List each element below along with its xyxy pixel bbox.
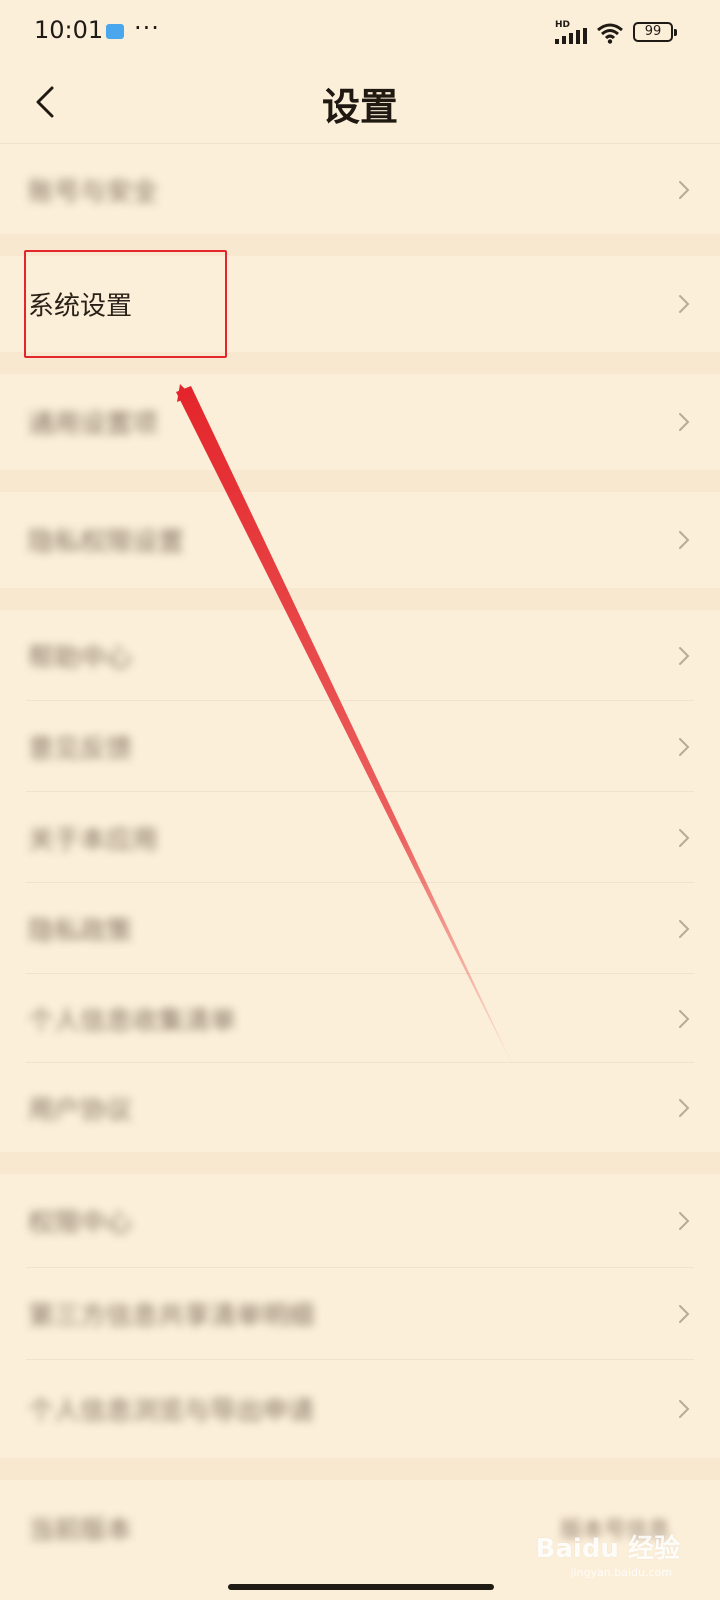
settings-list: 账号与安全 系统设置 通用设置项 隐私权限设置 帮助中心 意见反馈 关于本应用 … (0, 0, 720, 1600)
chevron-right-icon (679, 1098, 690, 1117)
chevron-right-icon (679, 1212, 690, 1230)
chevron-right-icon (679, 646, 690, 665)
chevron-right-icon (679, 828, 690, 847)
settings-row-label: 权限中心 (28, 1208, 133, 1239)
settings-row-label: 意见反馈 (28, 734, 133, 764)
settings-row-privacy-policy[interactable]: 隐私政策 (0, 883, 720, 974)
settings-row-label: 个人信息收集清单 (28, 1006, 237, 1036)
settings-row-info-collection[interactable]: 个人信息收集清单 (0, 974, 720, 1063)
settings-row-help[interactable]: 帮助中心 (0, 610, 720, 701)
settings-row-permission-center[interactable]: 权限中心 (0, 1174, 720, 1268)
settings-row-label: 关于本应用 (28, 825, 159, 855)
baidu-watermark: Baidu 经验 (535, 1534, 680, 1564)
settings-row-label: 隐私政策 (28, 916, 133, 946)
settings-row-user-agreement[interactable]: 用户协议 (0, 1063, 720, 1152)
settings-row-feedback[interactable]: 意见反馈 (0, 701, 720, 792)
highlight-box (24, 250, 227, 358)
chevron-right-icon (679, 531, 690, 549)
chevron-right-icon (679, 295, 690, 313)
chevron-right-icon (679, 1305, 690, 1323)
settings-row-label: 当前版本 (28, 1515, 133, 1546)
settings-row-label: 通用设置项 (28, 409, 159, 440)
baidu-watermark-url: jingyan.baidu.com (570, 1566, 672, 1579)
group-separator (0, 1458, 720, 1480)
settings-row-label: 帮助中心 (28, 643, 133, 673)
settings-row-label: 用户协议 (28, 1095, 133, 1125)
settings-row-personal-info-export[interactable]: 个人信息浏览与导出申请 (0, 1360, 720, 1458)
settings-row-label: 个人信息浏览与导出申请 (28, 1396, 315, 1427)
chevron-right-icon (679, 1009, 690, 1028)
chevron-right-icon (679, 919, 690, 938)
settings-row-label: 第三方信息共享清单明细 (28, 1301, 315, 1332)
settings-row-privacy-permissions[interactable]: 隐私权限设置 (0, 492, 720, 588)
settings-row-label: 隐私权限设置 (28, 527, 185, 558)
group-separator (0, 470, 720, 492)
chevron-right-icon (679, 1400, 690, 1418)
settings-row-about[interactable]: 关于本应用 (0, 792, 720, 883)
home-indicator[interactable] (228, 1584, 494, 1590)
group-separator (0, 588, 720, 610)
chevron-right-icon (679, 413, 690, 431)
group-separator (0, 1152, 720, 1174)
settings-row-general[interactable]: 通用设置项 (0, 374, 720, 470)
chevron-right-icon (679, 180, 690, 199)
settings-row-label: 账号与安全 (28, 177, 159, 207)
settings-row-third-party-sharing[interactable]: 第三方信息共享清单明细 (0, 1268, 720, 1360)
settings-row-account[interactable]: 账号与安全 (0, 145, 720, 234)
chevron-right-icon (679, 737, 690, 756)
